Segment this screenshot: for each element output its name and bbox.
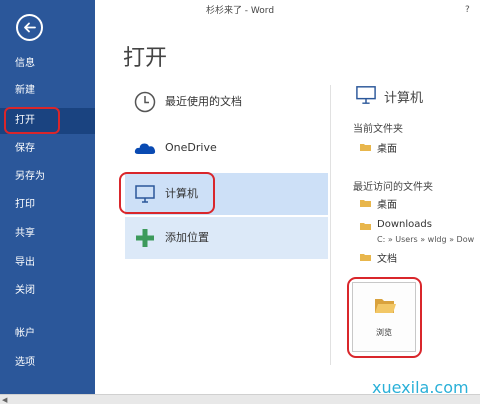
computer-icon [356, 86, 376, 104]
folder-path: C: » Users » wldg » Dow [377, 235, 475, 244]
current-folder-label: 当前文件夹 [353, 124, 403, 135]
help-button[interactable]: ? [465, 5, 470, 15]
right-panel-title: 计算机 [384, 91, 424, 106]
arrow-left-icon [24, 22, 36, 33]
sidebar-item-print[interactable]: 打印 [0, 192, 95, 218]
location-label: OneDrive [165, 141, 217, 154]
sidebar-item-export[interactable]: 导出 [0, 250, 95, 276]
folder-name: 桌面 [377, 200, 397, 211]
clock-icon [134, 91, 156, 113]
recent-folders-label: 最近访问的文件夹 [353, 182, 433, 193]
browse-highlight-annotation [347, 277, 422, 358]
folder-name: Downloads [377, 219, 432, 230]
page-title: 打开 [123, 46, 168, 71]
sidebar-item-save-as[interactable]: 另存为 [0, 164, 95, 190]
sidebar-item-save[interactable]: 保存 [0, 136, 95, 162]
folder-icon [360, 200, 371, 207]
sidebar-item-close[interactable]: 关闭 [0, 278, 95, 304]
location-add-place[interactable]: 添加位置 [125, 217, 328, 259]
sidebar-item-account[interactable]: 帐户 [0, 321, 95, 347]
folder-name: 桌面 [377, 144, 397, 155]
location-label: 最近使用的文档 [165, 95, 242, 108]
horizontal-scrollbar[interactable]: ◀ [0, 394, 480, 404]
folder-icon [360, 223, 371, 230]
open-highlight-annotation [4, 107, 60, 134]
panel-divider [330, 85, 331, 365]
cloud-icon [134, 143, 156, 154]
folder-icon [360, 254, 371, 261]
back-button[interactable] [16, 14, 43, 41]
sidebar-item-new[interactable]: 新建 [0, 78, 95, 104]
sidebar-item-info[interactable]: 信息 [0, 51, 95, 77]
location-recent-documents[interactable]: 最近使用的文档 [125, 81, 328, 123]
folder-icon [360, 144, 371, 151]
sidebar-item-share[interactable]: 共享 [0, 221, 95, 247]
sidebar-item-options[interactable]: 选项 [0, 350, 95, 376]
location-label: 添加位置 [165, 231, 209, 244]
location-onedrive[interactable]: OneDrive [125, 127, 328, 169]
backstage-sidebar: 信息 新建 打开 保存 另存为 打印 共享 导出 关闭 帐户 选项 [0, 0, 95, 394]
folder-name: 文档 [377, 254, 397, 265]
scroll-left-icon[interactable]: ◀ [2, 395, 7, 404]
plus-icon [136, 229, 154, 247]
computer-highlight-annotation [119, 172, 215, 214]
